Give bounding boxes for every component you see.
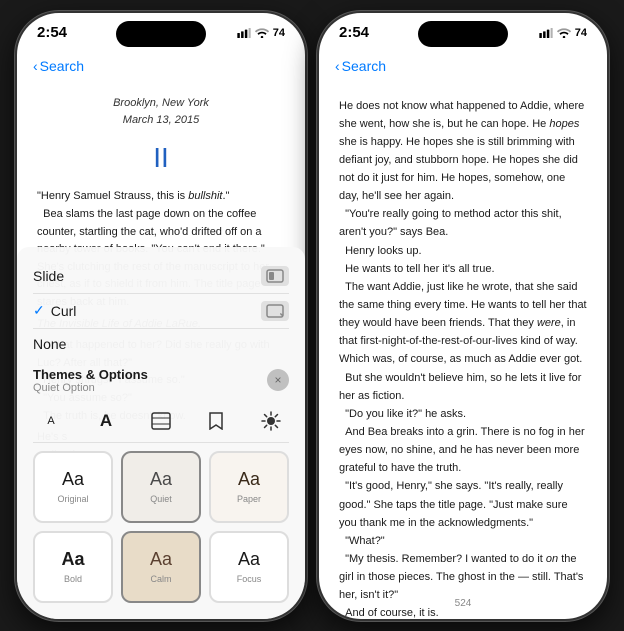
nav-bar-left: ‹ Search — [17, 49, 305, 85]
themes-header: Themes & Options Quiet Option × — [33, 367, 289, 394]
status-icons-right: 74 — [539, 27, 587, 39]
font-large-button[interactable]: A — [88, 406, 124, 436]
signal-icon-right — [539, 28, 553, 38]
theme-bold-name: Bold — [64, 574, 82, 584]
bookmark-icon — [209, 412, 223, 430]
close-button[interactable]: × — [267, 369, 289, 391]
brightness-button[interactable] — [253, 406, 289, 436]
theme-paper-name: Paper — [237, 494, 261, 504]
slide-options: Slide ✓ Curl — [33, 259, 289, 359]
layout-icon — [151, 412, 171, 430]
brightness-icon — [261, 411, 281, 431]
check-icon: ✓ — [33, 302, 45, 319]
font-small-button[interactable]: A — [33, 406, 69, 436]
page-number: 524 — [319, 598, 607, 609]
phones-container: 2:54 74 ‹ Search — [15, 11, 609, 621]
theme-calm[interactable]: Aa Calm — [121, 531, 201, 603]
theme-calm-label: Aa — [150, 549, 172, 570]
chevron-left-icon: ‹ — [33, 58, 38, 74]
curl-label: Curl — [51, 303, 77, 319]
themes-title-group: Themes & Options Quiet Option — [33, 367, 148, 394]
theme-original[interactable]: Aa Original — [33, 451, 113, 523]
bookmark-button[interactable] — [198, 406, 234, 436]
battery-right: 74 — [575, 27, 587, 39]
chapter-number: II — [37, 136, 285, 181]
layout-button[interactable] — [143, 406, 179, 436]
theme-bold[interactable]: Aa Bold — [33, 531, 113, 603]
theme-original-name: Original — [57, 494, 88, 504]
curl-icon — [261, 301, 289, 321]
theme-focus-label: Aa — [238, 549, 260, 570]
slide-preview-icon — [266, 269, 284, 283]
status-icons-left: 74 — [237, 27, 285, 39]
slide-panel: Slide ✓ Curl — [17, 247, 305, 619]
back-label-right: Search — [342, 58, 386, 74]
wifi-icon-right — [557, 28, 571, 38]
time-left: 2:54 — [37, 24, 67, 41]
close-icon: × — [274, 373, 281, 387]
slide-label: Slide — [33, 268, 64, 284]
slide-option-slide[interactable]: Slide — [33, 259, 289, 294]
slide-option-none[interactable]: None — [33, 329, 289, 359]
themes-title: Themes & Options — [33, 367, 148, 382]
theme-calm-name: Calm — [150, 574, 171, 584]
signal-icon — [237, 28, 251, 38]
theme-quiet[interactable]: Aa Quiet — [121, 451, 201, 523]
dynamic-island-right — [418, 21, 508, 47]
dynamic-island — [116, 21, 206, 47]
overlay-panel: Slide ✓ Curl — [17, 247, 305, 619]
slide-icon — [261, 266, 289, 286]
theme-paper-label: Aa — [238, 469, 260, 490]
theme-quiet-label: Aa — [150, 469, 172, 490]
right-phone: 2:54 74 ‹ Search — [317, 11, 609, 621]
curl-preview-icon — [266, 304, 284, 318]
none-label: None — [33, 336, 66, 352]
nav-bar-right: ‹ Search — [319, 49, 607, 85]
wifi-icon — [255, 28, 269, 38]
theme-paper[interactable]: Aa Paper — [209, 451, 289, 523]
themes-grid: Aa Original Aa Quiet Aa Paper — [33, 451, 289, 603]
quiet-option-label: Quiet Option — [33, 382, 148, 394]
theme-focus[interactable]: Aa Focus — [209, 531, 289, 603]
toolbar-row: A A — [33, 400, 289, 443]
battery-left: 74 — [273, 27, 285, 39]
back-label-left: Search — [40, 58, 84, 74]
theme-original-label: Aa — [62, 469, 84, 490]
chevron-left-icon-right: ‹ — [335, 58, 340, 74]
book-text-right: He does not know what happened to Addie,… — [319, 85, 607, 621]
theme-bold-label: Aa — [61, 549, 84, 570]
theme-quiet-name: Quiet — [150, 494, 172, 504]
back-button-right[interactable]: ‹ Search — [335, 58, 386, 74]
right-paragraph: He does not know what happened to Addie,… — [339, 97, 587, 621]
time-right: 2:54 — [339, 24, 369, 41]
left-phone: 2:54 74 ‹ Search — [15, 11, 307, 621]
back-button-left[interactable]: ‹ Search — [33, 58, 84, 74]
theme-focus-name: Focus — [237, 574, 262, 584]
slide-option-curl[interactable]: ✓ Curl — [33, 294, 289, 329]
book-location: Brooklyn, New YorkMarch 13, 2015 — [37, 95, 285, 130]
